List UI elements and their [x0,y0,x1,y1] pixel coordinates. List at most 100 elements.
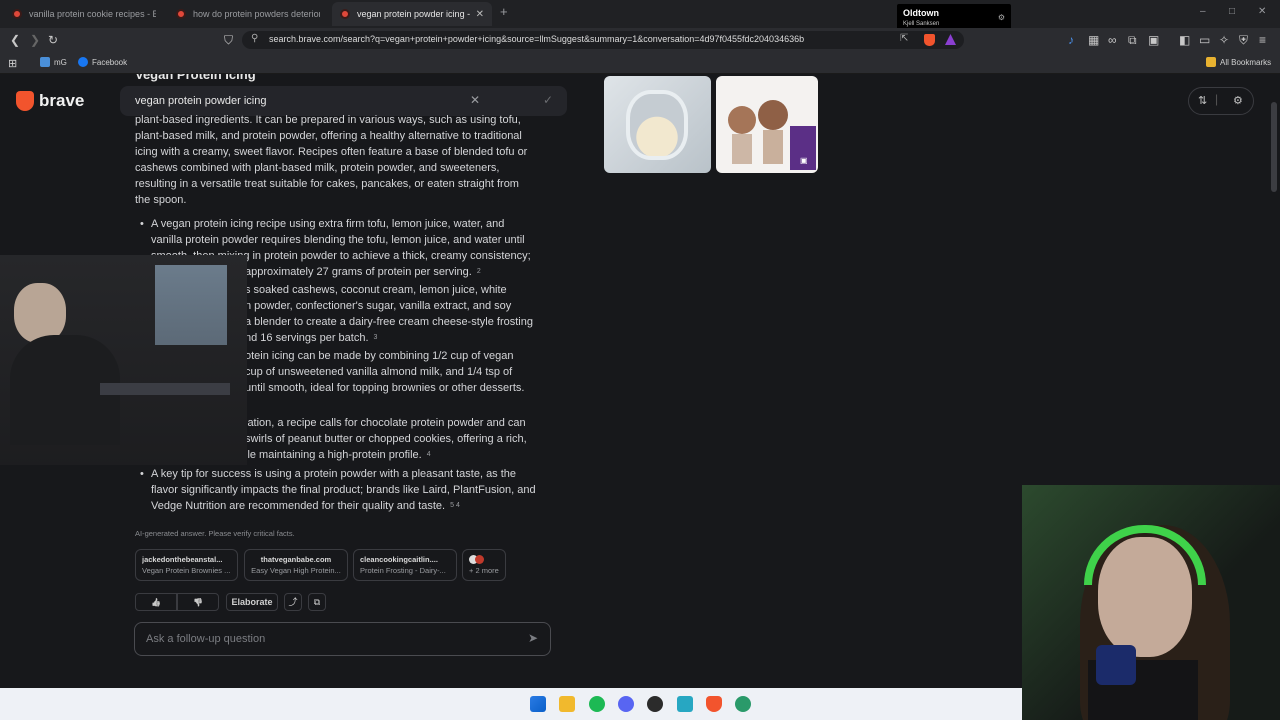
discord-icon[interactable] [618,696,634,712]
extension-icon[interactable]: ▦ [1088,32,1099,48]
playlist-icon[interactable]: ♪ [1068,32,1074,48]
person-head-picture [14,283,66,343]
url-text: search.brave.com/search?q=vegan+protein+… [269,34,805,44]
followup-input[interactable]: Ask a follow-up question ➤ [134,622,551,656]
new-tab-button[interactable]: + [500,4,508,19]
file-explorer-icon[interactable] [559,696,575,712]
share-page-icon[interactable]: ⇱ [900,33,908,44]
bookmark-mg[interactable]: mG [40,57,67,67]
vpn-icon[interactable]: ⛨ [1239,32,1248,48]
browser-toolbar: ❮ ❯ ↻ ⛉ ⚲ search.brave.com/search?q=vega… [0,28,1280,52]
settings-gear-icon[interactable]: ⚙ [1233,94,1243,107]
answer-line: resulting in a versatile treat suitable … [135,178,519,190]
bookmark-facebook[interactable]: Facebook [78,57,127,67]
answer-line: A key tip for success is using a protein… [151,468,517,480]
tab-title: vegan protein powder icing - Br [357,9,470,19]
extensions-puzzle-icon[interactable]: ⧉ [1128,32,1137,48]
clear-search-icon[interactable]: ✕ [470,93,480,107]
answer-line: ile maintaining a high-protein profile. [245,449,422,461]
answer-line: vanilla protein powder requires blending… [151,234,525,246]
answer-line: a blender to create a dairy-free cream c… [245,316,533,328]
spotify-icon[interactable] [589,696,605,712]
answer-line: cup of unsweetened vanilla almond milk, … [245,366,513,378]
answer-intro: plant-based ingredients. It can be prepa… [135,112,555,208]
answer-line: icing with a creamy, sweet flavor. Recip… [135,146,528,158]
bookmark-label: Facebook [92,57,128,67]
microphone-picture [1096,645,1136,685]
brave-logo[interactable]: brave [16,91,84,111]
result-image-ice-cream[interactable]: ▣ [716,76,818,173]
address-bar[interactable]: ⚲ search.brave.com/search?q=vegan+protei… [242,31,964,49]
bullet-dot: • [140,468,144,480]
search-query-text: vegan protein powder icing [135,95,267,107]
extension-icon[interactable]: ∞ [1108,32,1117,48]
answer-line: plant-based ingredients. It can be prepa… [135,114,521,126]
reload-icon[interactable]: ↻ [48,32,58,48]
close-window-button[interactable]: ✕ [1258,6,1266,17]
answer-line: plant-based milk, and protein powder, of… [135,130,522,142]
back-icon[interactable]: ❮ [10,32,20,48]
answer-line: Vedge Nutrition are recommended for thei… [151,500,446,512]
ice-cream-scoop-picture [758,100,788,130]
desk-picture [100,383,230,395]
tab-vegan-protein-powder-icing[interactable]: vegan protein powder icing - Br ✕ [332,2,492,26]
page-options: ⇅ | ⚙ [1188,87,1254,115]
windows-start-icon[interactable] [530,696,546,712]
forward-icon[interactable]: ❯ [30,32,40,48]
source-card[interactable]: cleancookingcaitlin.... Protein Frosting… [353,549,457,581]
app-icon[interactable] [677,696,693,712]
sidebar-icon[interactable]: ◧ [1179,32,1190,48]
thumbs-up-button[interactable]: 👍 [135,593,177,611]
brave-rewards-icon[interactable] [945,34,956,45]
extension-icon[interactable]: ▣ [1148,32,1159,48]
submit-search-icon[interactable]: ✓ [543,93,553,107]
notification-subtitle: Kjell Sanksen [903,21,940,27]
send-icon[interactable]: ➤ [528,631,538,645]
scrollbar[interactable] [1271,102,1277,192]
more-sources-card[interactable]: + 2 more [462,549,506,581]
answer-line: iation, a recipe calls for chocolate pro… [245,417,526,429]
leo-ai-icon[interactable]: ✧ [1219,32,1229,48]
thumbs-down-icon: 👎 [193,598,203,607]
citation-ref[interactable]: 2 [477,268,481,275]
source-card[interactable]: jackedonthebeanstal... Vegan Protein Bro… [135,549,238,581]
blender-picture [626,90,688,160]
tab-title: vanilla protein cookie recipes - Brave [29,9,156,19]
elaborate-button[interactable]: Elaborate [226,593,278,611]
bookmark-page-icon[interactable]: ⛉ [224,32,233,48]
thumbs-down-button[interactable]: 👎 [177,593,219,611]
citation-ref[interactable]: 3 [374,334,378,341]
citation-ref[interactable]: 5 4 [450,502,460,509]
brave-taskbar-icon[interactable] [706,696,722,712]
answer-line: until smooth, ideal for topping brownies… [245,382,525,394]
brave-lion-icon [16,91,34,111]
tab-vanilla-protein-cookie[interactable]: vanilla protein cookie recipes - Brave [4,2,164,26]
notification-settings-icon[interactable]: ⚙ [998,13,1005,22]
tab-close-icon[interactable]: ✕ [476,9,484,20]
bullet-dot: • [140,218,144,230]
minimize-button[interactable]: – [1200,6,1206,17]
citation-ref[interactable]: 4 [427,451,431,458]
tab-protein-powders-deteriorate[interactable]: how do protein powders deteriorate [168,2,328,26]
source-title: Protein Frosting - Dairy-... [360,566,446,575]
wallet-icon[interactable]: ▭ [1199,32,1210,48]
answer-line: flavor significantly impacts the final p… [151,484,536,496]
result-image-blender[interactable] [604,76,711,173]
brave-shields-icon[interactable] [924,34,935,46]
share-button[interactable]: ⤴ [284,593,302,611]
brave-favicon-icon [340,9,350,19]
answer-line: nd 16 servings per batch. [245,332,369,344]
league-client-icon[interactable] [647,696,663,712]
globe-app-icon[interactable] [735,696,751,712]
glass-picture [763,130,783,164]
apps-grid-icon[interactable]: ⊞ [8,57,17,70]
all-bookmarks-folder[interactable]: All Bookmarks [1206,57,1271,67]
maximize-button[interactable]: □ [1229,6,1235,17]
webcam-overlay-left [0,255,247,465]
site-info-icon[interactable]: ⚲ [251,33,258,44]
menu-icon[interactable]: ≡ [1259,32,1266,48]
filters-icon[interactable]: ⇅ [1198,94,1207,107]
source-card[interactable]: thatveganbabe.com Easy Vegan High Protei… [244,549,348,581]
copy-button[interactable]: ⧉ [308,593,326,611]
ai-disclaimer: AI-generated answer. Please verify criti… [135,529,295,538]
